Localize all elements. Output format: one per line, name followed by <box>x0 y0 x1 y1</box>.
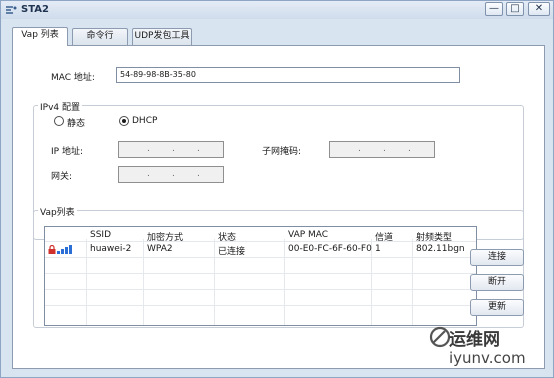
app-icon <box>6 6 17 14</box>
table-row[interactable]: huawei-2 WPA2 已连接 00-E0-FC-6F-60-F0 1 80… <box>45 242 476 257</box>
signal-icon <box>57 245 72 254</box>
subnet-mask-label: 子网掩码: <box>262 147 302 157</box>
mac-label: MAC 地址: <box>51 73 95 83</box>
row-status: 已连接 <box>218 247 246 257</box>
sta2-window: STA2 — □ ✕ Vap 列表 命令行 UDP发包工具 MAC 地址: 54… <box>0 0 554 378</box>
watermark-line1: 运维网 <box>449 330 500 350</box>
lock-icon <box>48 245 56 254</box>
disconnect-button[interactable]: 断开 <box>470 274 524 291</box>
maximize-button[interactable]: □ <box>506 2 524 16</box>
dhcp-label: DHCP <box>132 116 158 126</box>
ipv4-legend: IPv4 配置 <box>38 100 82 113</box>
tab-vap-list[interactable]: Vap 列表 <box>12 27 68 46</box>
gateway-label: 网关: <box>51 172 73 182</box>
vap-list-legend: Vap列表 <box>38 205 77 218</box>
row-ssid: huawei-2 <box>90 244 132 254</box>
watermark-logo-icon <box>429 326 451 348</box>
tab-command-line[interactable]: 命令行 <box>72 28 128 45</box>
refresh-button[interactable]: 更新 <box>470 299 524 316</box>
watermark-line2: iyunv.com <box>449 349 526 367</box>
window-title: STA2 <box>21 4 49 15</box>
row-channel: 1 <box>375 244 381 254</box>
mac-address-field[interactable]: 54-89-98-8B-35-80 <box>116 67 460 83</box>
row-encryption: WPA2 <box>147 244 173 254</box>
col-ssid: SSID <box>90 230 112 240</box>
row-radio-type: 802.11bgn <box>416 244 465 254</box>
tab-udp-tool[interactable]: UDP发包工具 <box>132 28 192 45</box>
subnet-mask-field[interactable]: . . . <box>329 141 435 158</box>
close-button[interactable]: ✕ <box>528 2 550 16</box>
dhcp-radio[interactable] <box>119 116 129 126</box>
watermark: 运维网 iyunv.com <box>429 319 547 373</box>
ip-address-label: IP 地址: <box>51 147 83 157</box>
vap-table: SSID 加密方式 状态 VAP MAC 信道 射频类型 huawei-2 WP… <box>44 226 477 326</box>
title-bar: STA2 — □ ✕ <box>1 1 553 19</box>
row-vap-mac: 00-E0-FC-6F-60-F0 <box>288 244 372 254</box>
static-label: 静态 <box>67 119 86 129</box>
static-radio[interactable] <box>54 116 64 126</box>
connect-button[interactable]: 连接 <box>470 249 524 266</box>
ip-address-field[interactable]: . . . <box>118 141 224 158</box>
gateway-field[interactable]: . . . <box>118 166 224 183</box>
minimize-button[interactable]: — <box>485 2 503 16</box>
col-vap-mac: VAP MAC <box>288 230 329 240</box>
